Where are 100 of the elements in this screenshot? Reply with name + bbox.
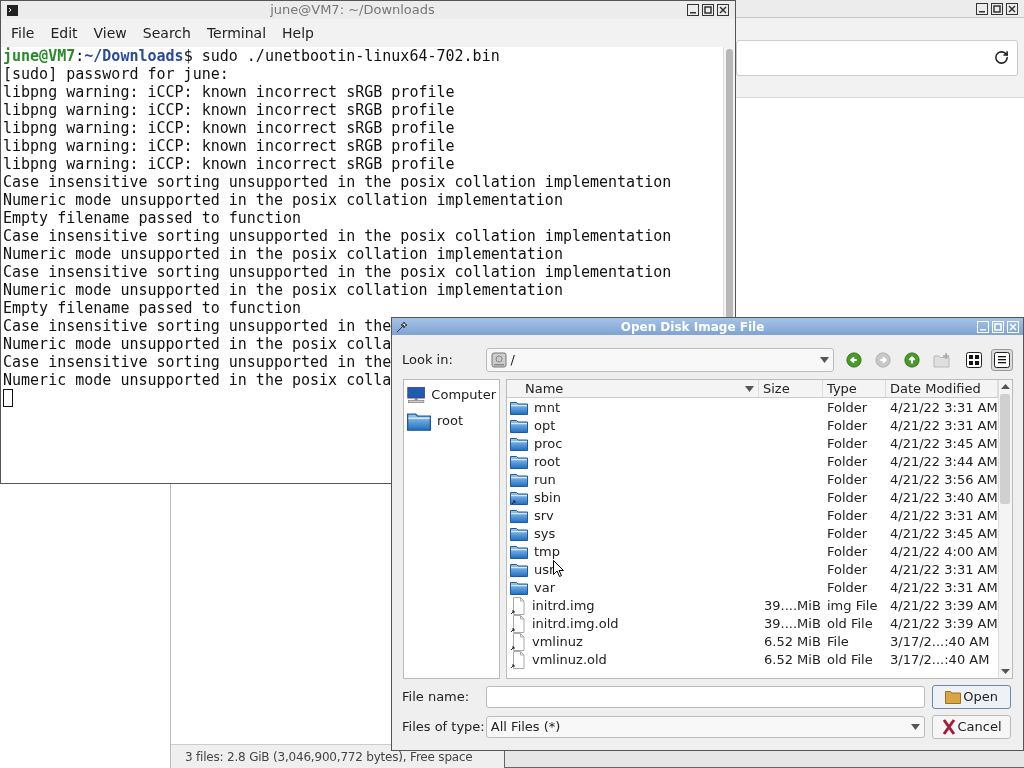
file-shortcut-icon [510, 615, 526, 633]
file-name-cell[interactable]: srv [534, 506, 554, 526]
terminal-line: Case insensitive sorting unsupported in the [3, 317, 392, 335]
terminal-line: libpng warning: iCCP: known incorrect sRGB profile [3, 119, 455, 137]
cancel-x-icon [941, 719, 956, 735]
computer-icon [407, 384, 426, 406]
detail-view-button[interactable] [991, 349, 1013, 371]
text-cursor [3, 389, 13, 407]
file-name-cell[interactable]: opt [534, 416, 556, 436]
maximize-icon[interactable] [702, 4, 714, 16]
terminal-line: Empty filename passed to function [3, 209, 301, 227]
menu-item[interactable]: View [85, 22, 135, 44]
file-type-cell: Folder [827, 490, 868, 506]
file-type-cell: Folder [827, 508, 868, 524]
open-button[interactable]: Open [932, 685, 1011, 709]
file-type-cell: Folder [827, 418, 868, 434]
folder-icon [510, 509, 528, 523]
mouse-pointer-icon [553, 560, 564, 577]
menu-item[interactable]: File [3, 22, 43, 44]
date-modified-cell: 3/17/2...:40 AM [890, 634, 990, 650]
prompt-user-host: june@VM7 [3, 47, 76, 65]
file-name-cell[interactable]: sbin [534, 488, 561, 508]
folder-icon [510, 581, 528, 595]
file-name-cell[interactable]: mnt [534, 398, 560, 418]
folder-icon [510, 473, 528, 487]
file-name-cell[interactable]: vmlinuz [532, 632, 583, 652]
terminal-line: Case insensitive sorting unsupported in the posix collation implementation [3, 227, 672, 245]
list-view-button[interactable] [963, 349, 985, 371]
terminal-line: Case insensitive sorting unsupported in the posix collation implementation [3, 173, 672, 191]
column-header[interactable]: Name [507, 380, 759, 397]
file-name-cell[interactable]: tmp [534, 542, 560, 562]
look-in-combo[interactable]: / [485, 348, 834, 372]
terminal-line: Numeric mode unsupported in the posix collation implementation [3, 191, 563, 209]
date-modified-cell: 4/21/22 3:31 AM [890, 562, 998, 578]
menu-item[interactable]: Edit [42, 22, 86, 44]
file-type-cell: img File [827, 598, 878, 614]
terminal-line: libpng warning: iCCP: known incorrect sRGB profile [3, 155, 455, 173]
drive-icon [490, 352, 507, 368]
window-title: june@VM7: ~/Downloads [269, 1, 436, 20]
file-type-combo[interactable]: All Files (*) [485, 716, 926, 738]
date-modified-cell: 4/21/22 3:44 AM [890, 454, 998, 470]
date-modified-cell: 4/21/22 3:31 AM [890, 400, 998, 416]
date-modified-cell: 4/21/22 3:31 AM [890, 508, 998, 524]
terminal-line: Numeric mode unsupported in the posix colla [3, 335, 392, 353]
minimize-icon[interactable] [687, 4, 699, 16]
cancel-button[interactable]: Cancel [932, 715, 1011, 739]
scrollbar-thumb[interactable] [1000, 394, 1011, 504]
reload-icon[interactable] [994, 50, 1009, 65]
minimize-icon[interactable] [976, 2, 988, 15]
file-name-cell[interactable]: sys [534, 524, 556, 544]
file-type-cell: old File [827, 616, 873, 632]
file-name-cell[interactable]: proc [534, 434, 563, 454]
file-size-cell: 39....MiB [764, 598, 821, 614]
terminal-icon [7, 4, 18, 16]
file-type-cell: Folder [827, 436, 868, 452]
menu-item[interactable]: Terminal [198, 22, 275, 44]
file-name-cell[interactable]: initrd.img [532, 596, 595, 616]
scrollbar-thumb[interactable] [726, 49, 733, 319]
file-name-field[interactable] [485, 686, 926, 708]
file-name-cell[interactable]: vmlinuz.old [532, 650, 607, 670]
terminal-line: Numeric mode unsupported in the posix collation implementation [3, 245, 563, 263]
column-header[interactable]: Size [759, 380, 823, 397]
file-name-label: File name: [402, 688, 471, 707]
file-name-cell[interactable]: root [534, 452, 561, 472]
terminal-line: [sudo] password for june: [3, 65, 229, 83]
file-type-cell: Folder [827, 544, 868, 560]
menu-item[interactable]: Help [274, 22, 322, 44]
prompt-separator: : [75, 47, 85, 65]
dropdown-caret-icon [911, 724, 921, 730]
terminal-line: Case insensitive sorting unsupported in the posix collation implementation [3, 263, 672, 281]
column-header[interactable]: Date Modified [886, 380, 998, 397]
file-type-cell: Folder [827, 472, 868, 488]
terminal-line: Numeric mode unsupported in the posix collation implementation [3, 281, 563, 299]
file-type-cell: old File [827, 652, 873, 668]
file-name-cell[interactable]: initrd.img.old [532, 614, 619, 634]
date-modified-cell: 4/21/22 3:39 AM [890, 616, 998, 632]
maximize-icon[interactable] [991, 2, 1003, 15]
file-shortcut-icon [510, 597, 526, 615]
file-type-cell: Folder [827, 526, 868, 542]
file-name-cell[interactable]: usr [534, 560, 555, 580]
folder-icon [407, 411, 431, 431]
terminal-line: libpng warning: iCCP: known incorrect sRGB profile [3, 137, 455, 155]
look-in-label: Look in: [402, 351, 454, 370]
scrollbar[interactable] [997, 380, 1012, 678]
file-name-cell[interactable]: run [534, 470, 556, 490]
date-modified-cell: 4/21/22 3:39 AM [890, 598, 998, 614]
terminal-line: Empty filename passed to function [3, 299, 301, 317]
terminal-line: Numeric mode unsupported in the posix colla [3, 371, 392, 389]
file-shortcut-icon [510, 651, 526, 669]
places-item[interactable]: root [404, 408, 499, 434]
places-item[interactable]: Computer [404, 382, 499, 408]
file-type-cell: Folder [827, 454, 868, 470]
close-icon[interactable] [1006, 2, 1018, 15]
close-icon[interactable] [717, 4, 729, 16]
file-name-cell[interactable]: var [534, 578, 555, 598]
folder-shortcut-icon [510, 491, 528, 505]
file-type-label: Files of type: [402, 718, 486, 737]
menu-item[interactable]: Search [134, 22, 199, 44]
dialog-title: Open Disk Image File [619, 318, 766, 336]
column-header[interactable]: Type [823, 380, 886, 397]
